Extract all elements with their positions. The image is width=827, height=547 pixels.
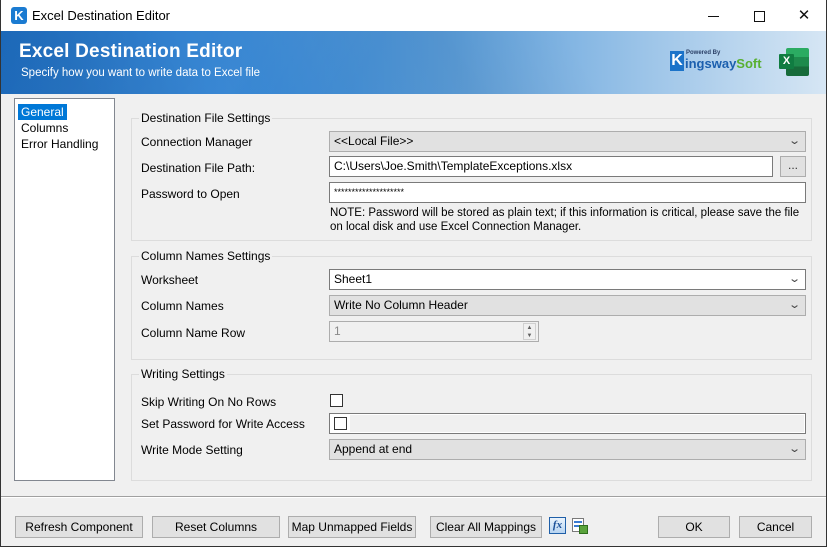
write-access-password-input[interactable] [350, 415, 804, 432]
connection-manager-label: Connection Manager [141, 135, 253, 149]
write-mode-label: Write Mode Setting [141, 443, 243, 457]
close-icon: ✕ [797, 7, 811, 24]
password-to-open-label: Password to Open [141, 187, 240, 201]
sidebar-item-general[interactable]: General [18, 104, 67, 120]
skip-writing-label: Skip Writing On No Rows [141, 395, 277, 409]
sidebar-item-error-handling[interactable]: Error Handling [18, 136, 111, 152]
browse-button[interactable]: ... [780, 156, 806, 177]
group-legend: Column Names Settings [139, 249, 273, 263]
skip-writing-checkbox[interactable] [330, 394, 343, 407]
column-name-row-spinner[interactable]: 1 ▲ ▼ [329, 321, 539, 342]
maximize-icon [753, 10, 765, 22]
column-name-row-value: 1 [334, 324, 341, 338]
ok-button[interactable]: OK [658, 516, 730, 538]
chevron-down-icon: ⌄ [787, 299, 801, 311]
chevron-down-icon: ⌄ [787, 443, 801, 455]
close-button[interactable]: ✕ [781, 0, 827, 31]
minimize-button[interactable] [690, 0, 736, 31]
banner-subtitle: Specify how you want to write data to Ex… [21, 67, 261, 79]
set-password-label: Set Password for Write Access [141, 417, 305, 431]
worksheet-value: Sheet1 [334, 272, 373, 286]
clear-all-mappings-button[interactable]: Clear All Mappings [430, 516, 542, 538]
connection-manager-dropdown[interactable]: <<Local File>> ⌄ [329, 131, 806, 152]
column-names-label: Column Names [141, 299, 224, 313]
worksheet-label: Worksheet [141, 273, 199, 287]
password-note: NOTE: Password will be stored as plain t… [330, 207, 800, 233]
kingswaysoft-app-icon: K [11, 7, 27, 24]
kingswaysoft-name: ingswaySoft [685, 56, 762, 71]
banner-title: Excel Destination Editor [19, 41, 243, 62]
window-title: Excel Destination Editor [32, 8, 171, 23]
worksheet-dropdown[interactable]: Sheet1 ⌄ [329, 269, 806, 290]
sidebar-item-columns[interactable]: Columns [18, 120, 111, 136]
reset-columns-button[interactable]: Reset Columns [152, 516, 280, 538]
connection-manager-value: <<Local File>> [334, 134, 414, 148]
group-legend: Destination File Settings [139, 111, 273, 125]
refresh-component-button[interactable]: Refresh Component [15, 516, 143, 538]
write-mode-dropdown[interactable]: Append at end ⌄ [329, 439, 806, 460]
column-mapping-icon[interactable] [571, 517, 588, 534]
expression-fx-icon[interactable]: fx [549, 517, 566, 534]
group-legend: Writing Settings [139, 367, 227, 381]
destination-file-path-input[interactable]: C:\Users\Joe.Smith\TemplateExceptions.xl… [329, 156, 773, 177]
map-unmapped-fields-button[interactable]: Map Unmapped Fields [288, 516, 416, 538]
password-to-open-input[interactable]: ******************** [329, 182, 806, 203]
write-mode-value: Append at end [334, 442, 413, 456]
write-access-password-field[interactable] [329, 413, 806, 434]
destination-file-path-label: Destination File Path: [141, 161, 256, 175]
spinner-buttons[interactable]: ▲ ▼ [523, 323, 536, 340]
minimize-icon [707, 15, 719, 17]
header-banner: Excel Destination Editor Specify how you… [1, 31, 826, 94]
chevron-down-icon: ⌄ [787, 273, 801, 285]
navigation-list[interactable]: General Columns Error Handling [14, 98, 115, 481]
kingswaysoft-k-icon: K [670, 51, 684, 71]
column-names-dropdown[interactable]: Write No Column Header ⌄ [329, 295, 806, 316]
column-names-value: Write No Column Header [334, 298, 468, 312]
spin-up-icon[interactable]: ▲ [524, 324, 535, 332]
cancel-button[interactable]: Cancel [739, 516, 812, 538]
chevron-down-icon: ⌄ [787, 135, 801, 147]
spin-down-icon[interactable]: ▼ [524, 332, 535, 340]
excel-destination-editor-window: K Excel Destination Editor ✕ Excel Desti… [0, 0, 827, 547]
maximize-button[interactable] [736, 0, 782, 31]
set-password-checkbox[interactable] [334, 417, 347, 430]
excel-icon: X [779, 48, 809, 76]
column-name-row-label: Column Name Row [141, 326, 246, 340]
title-bar: K Excel Destination Editor ✕ [1, 0, 826, 31]
